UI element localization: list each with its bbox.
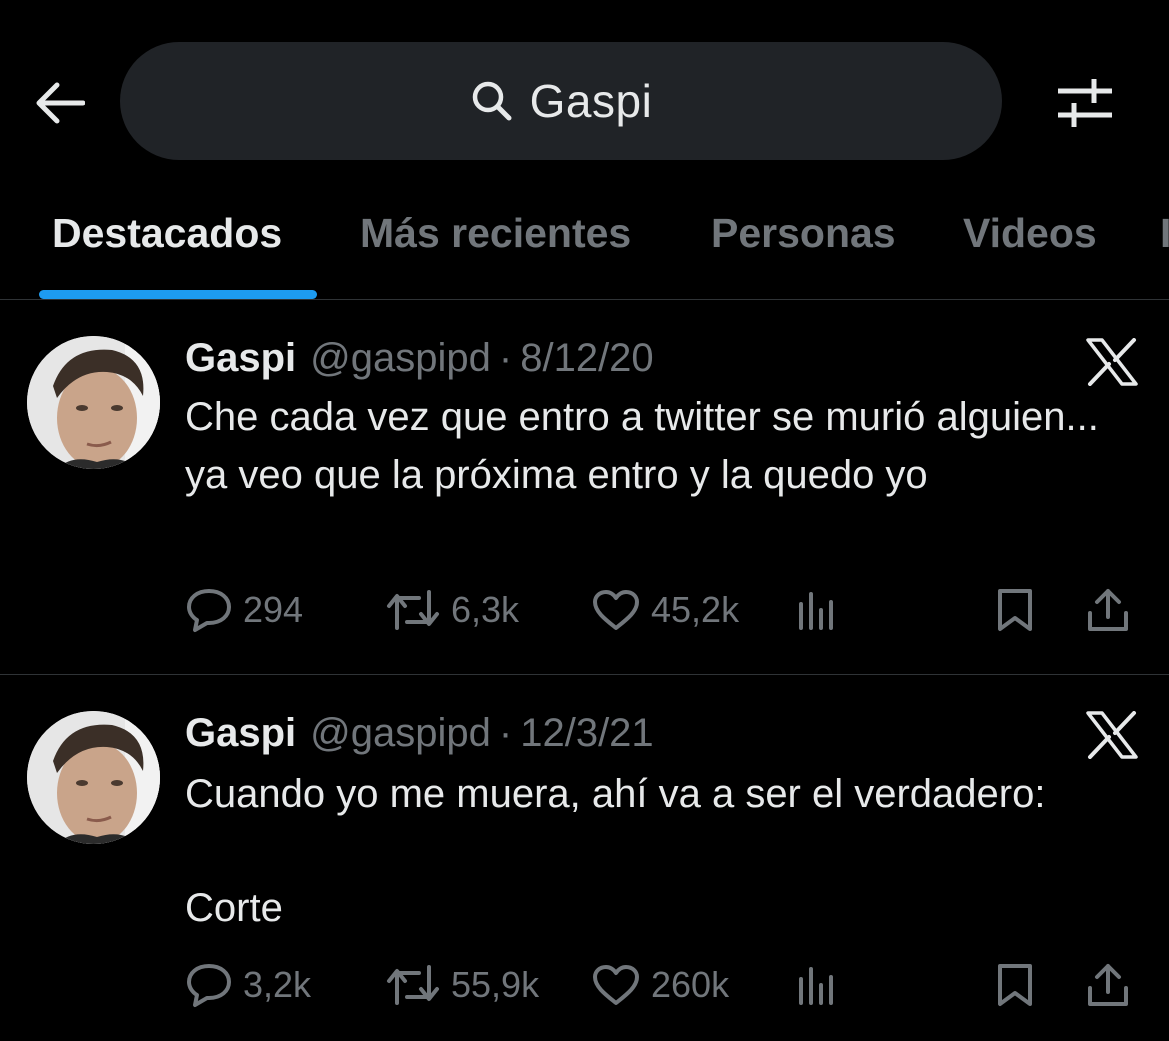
share-button[interactable] [1085, 582, 1131, 638]
heart-icon [593, 965, 639, 1005]
reply-bubble-icon [187, 589, 231, 632]
search-query-text: Gaspi [529, 75, 653, 127]
views-bar-icon [799, 967, 833, 1005]
user-handle[interactable]: @gaspipd [310, 711, 491, 756]
tab-videos[interactable]: Videos [963, 210, 1097, 257]
tweet-text-line: Corte [185, 886, 283, 930]
like-button[interactable]: 260k [591, 957, 729, 1013]
x-logo-icon [1086, 338, 1138, 386]
tweet-text-line: Cuando yo me muera, ahí va a ser el verd… [185, 772, 1046, 816]
retweet-count: 6,3k [451, 589, 520, 630]
tweet-actions: 294 6,3k 45,2k [185, 582, 1145, 638]
reply-button[interactable]: 3,2k [185, 957, 311, 1013]
tab-partial-next[interactable]: I [1160, 210, 1169, 257]
tab-personas[interactable]: Personas [711, 210, 896, 257]
search-input[interactable]: Gaspi [120, 42, 1002, 160]
search-icon [470, 79, 514, 123]
avatar[interactable] [27, 711, 160, 844]
active-tab-indicator [39, 290, 317, 299]
separator-dot: · [498, 711, 513, 755]
tweet-actions: 3,2k 55,9k 260k [185, 957, 1145, 1013]
reply-bubble-icon [187, 964, 231, 1007]
reply-button[interactable]: 294 [185, 582, 303, 638]
bookmark-icon [998, 964, 1032, 1006]
retweet-button[interactable]: 6,3k [385, 582, 519, 638]
display-name[interactable]: Gaspi [185, 711, 296, 756]
user-handle[interactable]: @gaspipd [310, 336, 491, 381]
tweet-header: Gaspi @gaspipd · 12/3/21 [185, 711, 654, 761]
tweet-date[interactable]: 8/12/20 [520, 336, 653, 381]
views-button[interactable] [795, 957, 839, 1013]
tweet-header: Gaspi @gaspipd · 8/12/20 [185, 336, 654, 386]
reply-count: 3,2k [243, 964, 312, 1005]
views-button[interactable] [795, 582, 839, 638]
tab-mas-recientes[interactable]: Más recientes [360, 210, 631, 257]
reply-count: 294 [243, 589, 304, 630]
like-count: 260k [651, 964, 730, 1005]
heart-icon [593, 590, 639, 630]
search-tabs: Destacados Más recientes Personas Videos… [0, 190, 1169, 300]
retweet-count: 55,9k [451, 964, 540, 1005]
retweet-icon [387, 965, 439, 1005]
display-name[interactable]: Gaspi [185, 336, 296, 381]
tweet-date[interactable]: 12/3/21 [520, 711, 653, 756]
back-button[interactable] [30, 74, 88, 132]
views-bar-icon [799, 592, 833, 630]
bookmark-button[interactable] [995, 582, 1035, 638]
tweet[interactable]: Gaspi @gaspipd · 12/3/21 Cuando yo me mu… [0, 675, 1169, 1041]
tab-destacados[interactable]: Destacados [52, 210, 282, 257]
search-filter-button[interactable] [1052, 70, 1118, 134]
retweet-button[interactable]: 55,9k [385, 957, 539, 1013]
arrow-left-icon [36, 82, 85, 124]
retweet-icon [387, 590, 439, 630]
bookmark-icon [998, 589, 1032, 631]
avatar[interactable] [27, 336, 160, 469]
like-count: 45,2k [651, 589, 740, 630]
tweet-text: Che cada vez que entro a twitter se muri… [185, 395, 1099, 497]
search-results-screen: Gaspi Destacados Más recientes Personas … [0, 0, 1169, 1041]
search-header: Gaspi [0, 0, 1169, 190]
share-icon [1088, 589, 1128, 631]
share-button[interactable] [1085, 957, 1131, 1013]
tweet[interactable]: Gaspi @gaspipd · 8/12/20 Che cada vez qu… [0, 300, 1169, 674]
share-icon [1088, 964, 1128, 1006]
separator-dot: · [498, 336, 513, 380]
filter-sliders-icon [1058, 79, 1112, 127]
bookmark-button[interactable] [995, 957, 1035, 1013]
x-logo-icon [1086, 711, 1138, 759]
like-button[interactable]: 45,2k [591, 582, 739, 638]
